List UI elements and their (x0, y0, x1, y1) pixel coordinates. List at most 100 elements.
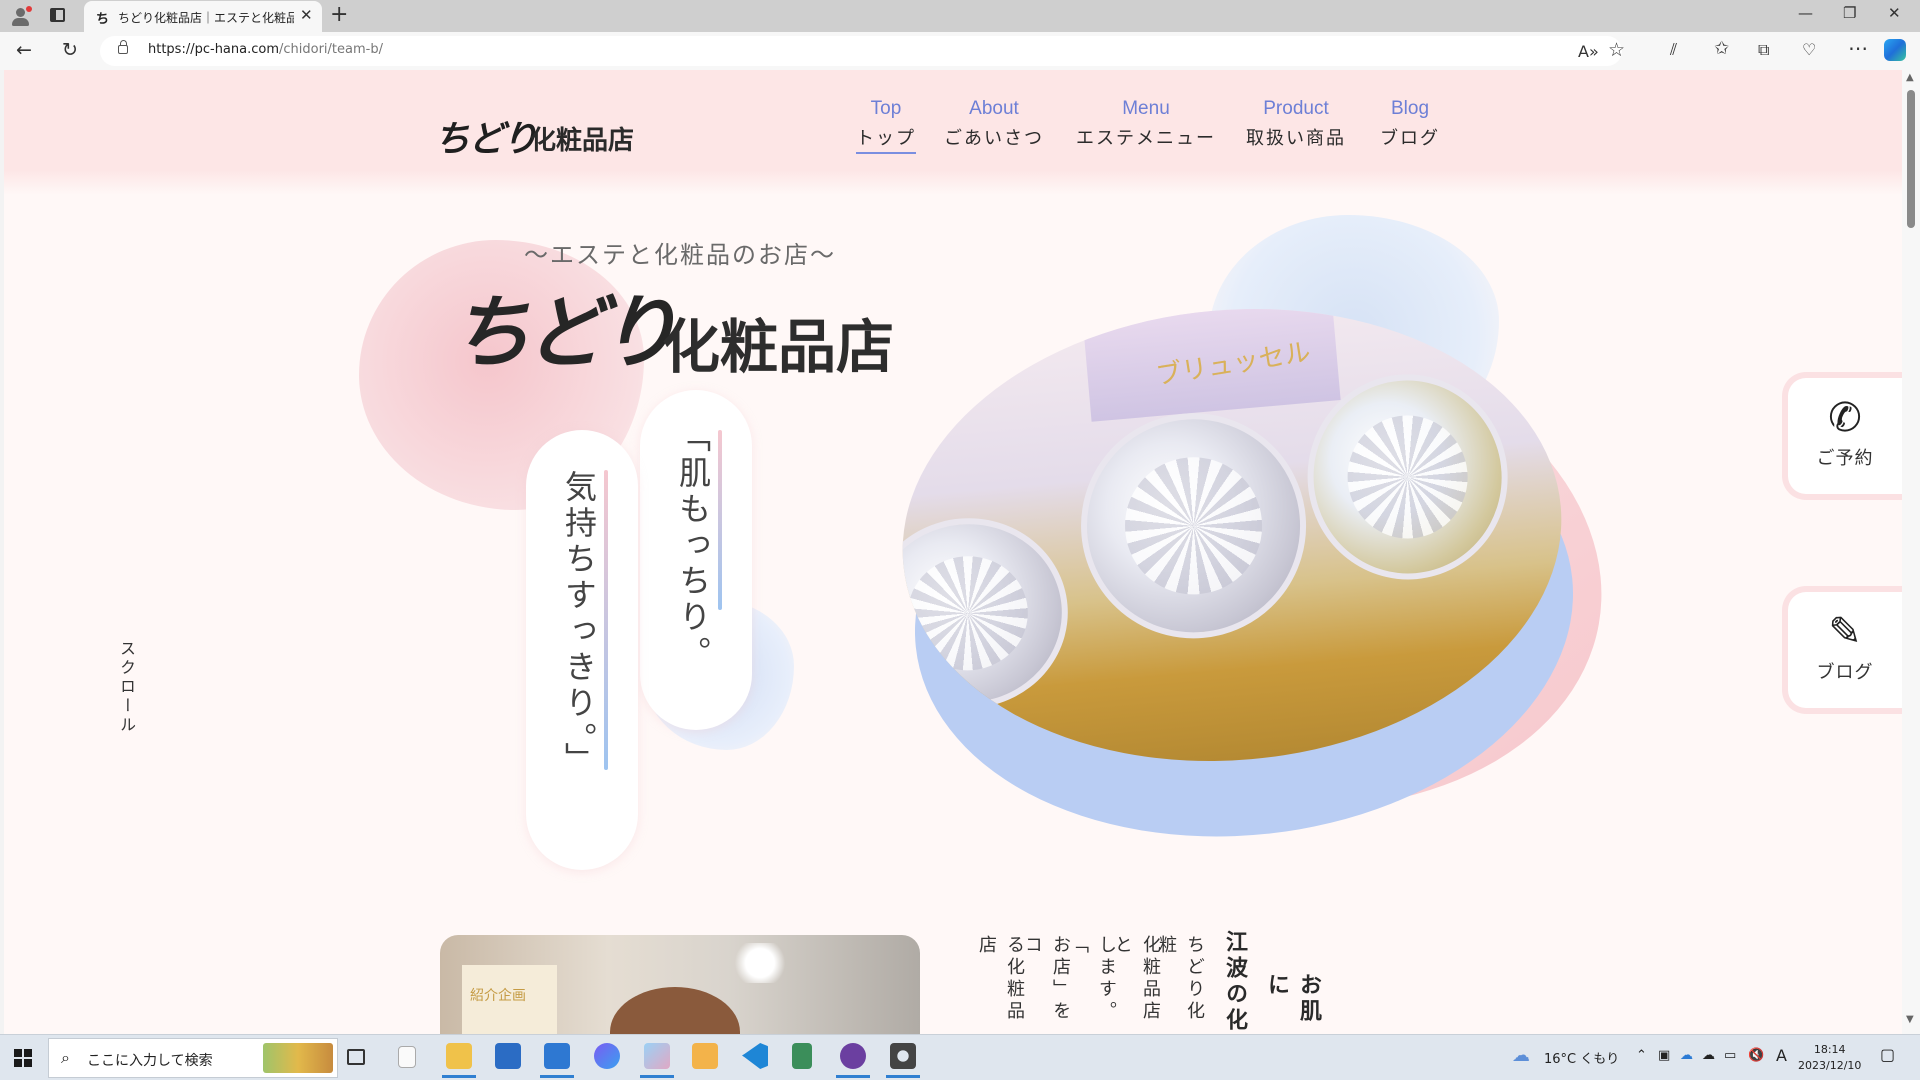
back-button[interactable]: ← (16, 38, 32, 62)
about-person (610, 987, 740, 1034)
clock-date: 2023/12/10 (1798, 1059, 1862, 1072)
scroll-indicator[interactable]: スクロール (114, 640, 138, 735)
clock-time: 18:14 (1813, 1043, 1846, 1056)
profile-icon[interactable] (10, 6, 32, 28)
minimize-button[interactable]: — (1798, 4, 1813, 22)
favorite-star-icon[interactable]: ☆ (1608, 39, 1625, 61)
catch-text-skin: 「肌もっちり。 (674, 420, 712, 672)
windows-start-icon[interactable] (14, 1049, 32, 1067)
nav-top-en: Top (870, 98, 902, 119)
onedrive-personal-icon[interactable]: ☁ (1702, 1048, 1715, 1063)
system-clock[interactable]: 18:14 2023/12/10 (1798, 1042, 1861, 1074)
site-logo-text[interactable]: 化粧品店 (530, 120, 634, 157)
catch-card-skin: 「肌もっちり。 (640, 390, 752, 730)
nav-top[interactable]: Top トップ (856, 98, 916, 154)
tab-title: ちどり化粧品店｜エステと化粧品のお (118, 11, 294, 25)
scroll-up-arrow-icon[interactable]: ▲ (1906, 72, 1914, 83)
show-hidden-icons-icon[interactable]: ⌃ (1636, 1048, 1647, 1063)
notepad-pen-icon: ✎ (1828, 609, 1862, 655)
web-page: ちどり 化粧品店 Top トップ About ごあいさつ Menu エステメニュ… (4, 70, 1902, 1034)
nav-blog-en: Blog (1390, 98, 1430, 119)
close-tab-icon[interactable]: ✕ (300, 6, 313, 24)
site-logo-mark[interactable]: ちどり (434, 110, 538, 162)
catch-card-feeling: 気持ちすっきり。」 (526, 430, 638, 870)
site-favicon-icon: ち (96, 12, 110, 27)
split-screen-icon[interactable]: ⫽ (1670, 40, 1677, 60)
browser-tab[interactable]: ち ちどり化粧品店｜エステと化粧品のお ✕ (84, 1, 322, 32)
copilot-icon[interactable] (1884, 39, 1906, 61)
catch-text-feeling: 気持ちすっきり。」 (560, 470, 598, 778)
lock-icon[interactable] (118, 40, 128, 54)
hero-tagline: 〜エステと化粧品のお店〜 (524, 241, 836, 269)
compact-case (883, 509, 1076, 717)
browser-tab-bar: ち ちどり化粧品店｜エステと化粧品のお ✕ + — ❐ ✕ (0, 0, 1920, 32)
settings-gear-icon[interactable] (886, 1043, 920, 1078)
reserve-button[interactable]: ✆ ご予約 (1782, 372, 1902, 500)
windows-taskbar: ⌕ ここに入力して検索 (0, 1034, 1920, 1080)
scroll-down-arrow-icon[interactable]: ▼ (1906, 1014, 1914, 1025)
nav-menu-en: Menu (1122, 98, 1170, 119)
tab-actions-icon[interactable] (50, 8, 65, 22)
calculator-icon[interactable] (792, 1043, 812, 1069)
about-flower (730, 943, 790, 983)
nav-product-jp: 取扱い商品 (1246, 128, 1346, 149)
search-icon: ⌕ (61, 1048, 70, 1067)
nav-product[interactable]: Product 取扱い商品 (1246, 98, 1346, 150)
file-explorer-icon[interactable] (442, 1043, 476, 1078)
github-desktop-icon[interactable] (836, 1043, 870, 1078)
cloud-weather-icon[interactable]: ☁ (1512, 1045, 1530, 1066)
weather-text[interactable]: 16°C くもり (1544, 1048, 1619, 1067)
catch-accent-line (718, 430, 722, 610)
new-tab-button[interactable]: + (330, 2, 348, 27)
paint-icon[interactable] (640, 1043, 674, 1078)
volume-muted-icon[interactable]: 🔇 (1748, 1048, 1764, 1063)
about-poster: 紹介企画 (462, 965, 557, 1034)
nav-menu[interactable]: Menu エステメニュー (1076, 98, 1216, 150)
reload-button[interactable]: ↻ (62, 38, 78, 62)
favorites-icon[interactable]: ✩ (1714, 38, 1729, 59)
about-text-col-5: る化粧品店 (976, 935, 1025, 1023)
page-scrollbar[interactable]: ▲ ▼ (1902, 70, 1920, 1034)
network-icon[interactable]: ▭ (1724, 1048, 1736, 1063)
reserve-label: ご予約 (1816, 448, 1874, 469)
about-photo-owner: 紹介企画 (440, 935, 920, 1034)
hero-logo-mark: ちどり (451, 285, 679, 379)
hero-logo-text: 化粧品店 (662, 313, 895, 381)
onedrive-icon[interactable]: ☁ (1680, 1048, 1693, 1063)
media-player-icon[interactable] (692, 1043, 718, 1069)
scrollbar-thumb[interactable] (1907, 90, 1915, 228)
url-text[interactable]: https://pc-hana.com/chidori/team-b/ (148, 42, 383, 57)
taskbar-search-placeholder: ここに入力して検索 (87, 1053, 213, 1069)
nav-menu-jp: エステメニュー (1076, 128, 1216, 149)
taskbar-search-box[interactable]: ⌕ ここに入力して検索 (48, 1038, 338, 1078)
blog-button[interactable]: ✎ ブログ (1782, 586, 1902, 714)
search-highlight-image[interactable] (263, 1043, 333, 1073)
phone-icon: ✆ (1828, 395, 1862, 441)
restore-button[interactable]: ❐ (1843, 4, 1856, 22)
nav-product-en: Product (1263, 98, 1329, 119)
notepad-icon[interactable] (398, 1046, 416, 1068)
mail-icon[interactable] (540, 1043, 574, 1078)
notification-center-icon[interactable]: ▢ (1880, 1045, 1895, 1064)
address-bar[interactable]: https://pc-hana.com/chidori/team-b/ A» ☆ (100, 36, 1625, 66)
browser-toolbar: ← ↻ https://pc-hana.com/chidori/team-b/ … (0, 32, 1920, 70)
close-window-button[interactable]: ✕ (1888, 4, 1901, 22)
nav-blog[interactable]: Blog ブログ (1380, 98, 1440, 150)
browser-essentials-icon[interactable]: ♡ (1802, 40, 1816, 59)
blog-label: ブログ (1816, 662, 1874, 683)
collections-icon[interactable]: ⧉ (1758, 40, 1769, 60)
meet-now-icon[interactable]: ▣ (1658, 1048, 1670, 1063)
nav-blog-jp: ブログ (1380, 128, 1440, 149)
nav-about-en: About (969, 98, 1019, 119)
copilot-app-icon[interactable] (594, 1043, 620, 1069)
about-heading-1: お肌に (1264, 973, 1321, 1025)
ime-indicator[interactable]: A (1776, 1046, 1787, 1065)
microsoft-store-icon[interactable] (495, 1043, 521, 1069)
about-heading-2: 江波の化 (1222, 930, 1247, 1034)
catch-accent-line (604, 470, 608, 770)
read-aloud-icon[interactable]: A» (1578, 42, 1599, 61)
nav-about-jp: ごあいさつ (944, 128, 1044, 149)
task-view-icon[interactable] (347, 1049, 365, 1065)
nav-about[interactable]: About ごあいさつ (944, 98, 1044, 150)
settings-more-icon[interactable]: ⋯ (1848, 36, 1868, 60)
